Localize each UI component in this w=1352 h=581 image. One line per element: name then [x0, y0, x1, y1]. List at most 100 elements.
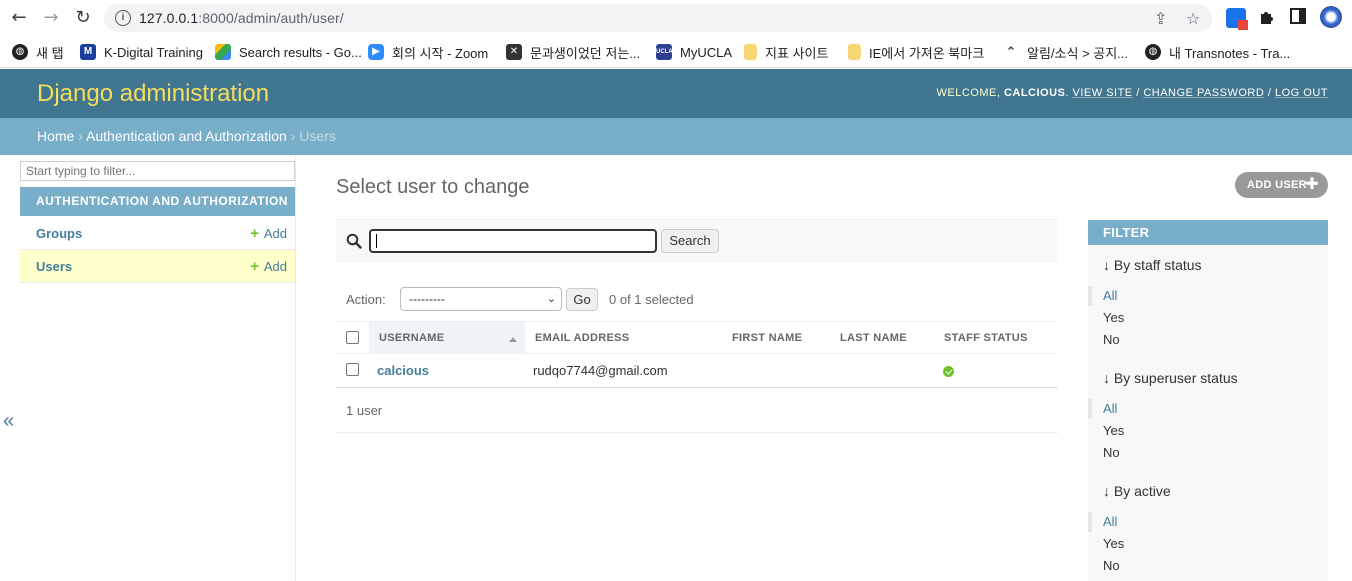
blog-icon: ✕	[506, 44, 522, 60]
bookmark-label: 지표 사이트	[765, 45, 829, 61]
sidebar-item-groups-link[interactable]: Groups	[36, 217, 82, 250]
share-icon[interactable]: ⇪	[1154, 9, 1167, 28]
view-site-link[interactable]: View site	[1073, 87, 1133, 99]
bookmark-k-digital[interactable]: M K-Digital Training	[80, 42, 203, 62]
bookmark-label: K-Digital Training	[104, 44, 203, 60]
back-arrow-icon[interactable]: ←	[8, 7, 30, 29]
forward-arrow-icon[interactable]: →	[40, 7, 62, 29]
column-header-username[interactable]: USERNAME	[369, 322, 525, 354]
url-text: 127.0.0.1:8000/admin/auth/user/	[139, 10, 344, 26]
bookmark-blog[interactable]: ✕ 문과생이었던 저는...	[506, 42, 640, 62]
filter-group-title: ↓ By active	[1103, 483, 1171, 499]
filter-option-active-no[interactable]: No	[1103, 558, 1120, 573]
sidebar-item-users-link[interactable]: Users	[36, 250, 72, 283]
change-password-link[interactable]: Change password	[1143, 87, 1264, 99]
bookmark-transnotes[interactable]: ◍ 내 Transnotes - Tra...	[1145, 42, 1290, 62]
filter-panel: FILTER ↓ By staff status All Yes No ↓ By…	[1088, 220, 1328, 581]
reload-icon[interactable]: ↻	[72, 7, 94, 29]
breadcrumb-app[interactable]: Authentication and Authorization	[86, 128, 287, 144]
select-all-checkbox[interactable]	[346, 331, 359, 344]
site-info-icon[interactable]: i	[115, 10, 131, 26]
add-users-link[interactable]: + Add	[250, 250, 287, 283]
add-plus-icon: ✚	[1305, 176, 1319, 193]
profile-avatar[interactable]	[1320, 6, 1342, 28]
filter-option-active-yes[interactable]: Yes	[1103, 536, 1124, 551]
filter-group-title: ↓ By superuser status	[1103, 370, 1238, 386]
filter-option-staff-no[interactable]: No	[1103, 332, 1120, 347]
bookmark-label: MyUCLA	[680, 44, 733, 60]
sidebar-item-groups: Groups + Add	[20, 217, 295, 250]
text-caret	[376, 234, 377, 248]
filter-option-superuser-no[interactable]: No	[1103, 445, 1120, 460]
add-user-button[interactable]: ADD USER ✚	[1235, 172, 1328, 198]
bookmark-label: Search results - Go...	[239, 44, 362, 60]
filter-option-superuser-yes[interactable]: Yes	[1103, 423, 1124, 438]
filter-option-staff-yes[interactable]: Yes	[1103, 310, 1124, 325]
filter-option-active-all[interactable]: All	[1103, 514, 1117, 529]
notice-icon: ⌃	[1003, 44, 1019, 60]
username-link[interactable]: calcious	[377, 363, 429, 378]
email-cell: rudqo7744@gmail.com	[533, 363, 668, 378]
column-header-first-name[interactable]: FIRST NAME	[732, 322, 802, 354]
current-username: calcious	[1003, 87, 1066, 99]
breadcrumb: Home › Authentication and Authorization …	[0, 118, 1352, 155]
bookmark-label: 새 탭	[36, 45, 64, 61]
add-groups-link[interactable]: + Add	[250, 217, 287, 250]
bookmark-folder-ie[interactable]: IE에서 가져온 북마크	[848, 42, 984, 62]
bookmark-folder-metrics[interactable]: 지표 사이트	[744, 42, 828, 62]
bookmark-new-tab[interactable]: ◍ 새 탭	[12, 42, 64, 62]
folder-icon	[744, 44, 757, 60]
bookmark-star-icon[interactable]: ☆	[1186, 9, 1200, 28]
table-row: calcious rudqo7744@gmail.com	[336, 354, 1058, 388]
site-branding[interactable]: Django administration	[37, 80, 269, 108]
filter-option-superuser-all[interactable]: All	[1103, 401, 1117, 416]
nav-filter-input[interactable]	[20, 161, 295, 181]
bookmark-label: 문과생이었던 저는...	[530, 45, 641, 61]
address-bar[interactable]: i 127.0.0.1:8000/admin/auth/user/ ⇪ ☆	[104, 4, 1212, 32]
column-header-email[interactable]: EMAIL ADDRESS	[535, 322, 629, 354]
filter-option-staff-all[interactable]: All	[1103, 288, 1117, 303]
app-caption-auth[interactable]: AUTHENTICATION AND AUTHORIZATION	[20, 187, 295, 216]
globe-icon: ◍	[12, 44, 28, 60]
filter-selected-marker	[1088, 286, 1092, 306]
breadcrumb-home[interactable]: Home	[37, 128, 74, 144]
table-header: USERNAME EMAIL ADDRESS FIRST NAME LAST N…	[336, 321, 1058, 354]
bookmark-google-drive[interactable]: Search results - Go...	[215, 42, 362, 62]
admin-header: Django administration Welcome, calcious.…	[0, 69, 1352, 118]
search-input[interactable]	[369, 229, 657, 253]
action-label: Action:	[346, 292, 386, 307]
google-drive-icon	[215, 44, 231, 60]
bookmark-notices[interactable]: ⌃ 알림/소식 > 공지...	[1003, 42, 1128, 62]
add-plus-icon: +	[250, 225, 259, 242]
sidebar-item-users: Users + Add	[20, 250, 295, 283]
actions-bar: Action: --------- ⌄ Go 0 of 1 selected	[336, 284, 1058, 314]
chevron-down-icon: ⌄	[546, 292, 556, 305]
column-header-last-name[interactable]: LAST NAME	[840, 322, 907, 354]
bookmarks-bar: ◍ 새 탭 M K-Digital Training Search results …	[0, 36, 1352, 68]
welcome-text: Welcome,	[936, 87, 1001, 99]
bookmark-myucla[interactable]: UCLA MyUCLA	[656, 42, 732, 62]
extensions-puzzle-icon[interactable]	[1258, 8, 1278, 28]
sidebar-collapse-icon[interactable]: «	[3, 410, 14, 433]
filter-selected-marker	[1088, 512, 1092, 532]
action-select[interactable]: --------- ⌄	[400, 287, 562, 311]
bookmark-zoom[interactable]: ▶ 회의 시작 - Zoom	[368, 42, 488, 62]
search-icon	[346, 233, 362, 249]
search-button[interactable]: Search	[661, 229, 719, 253]
log-out-link[interactable]: Log out	[1275, 87, 1328, 99]
translate-extension-icon[interactable]	[1226, 8, 1248, 30]
column-header-staff-status[interactable]: STAFF STATUS	[944, 322, 1028, 354]
bookmark-label: IE에서 가져온 북마크	[869, 45, 985, 61]
row-checkbox[interactable]	[346, 363, 359, 376]
breadcrumb-current: Users	[299, 128, 336, 144]
bookmark-label: 알림/소식 > 공지...	[1027, 45, 1129, 61]
sort-ascending-icon[interactable]	[509, 337, 517, 342]
go-button[interactable]: Go	[566, 288, 598, 311]
filter-selected-marker	[1088, 399, 1092, 419]
url-host: 127.0.0.1	[139, 10, 199, 26]
filter-heading: FILTER	[1088, 220, 1328, 245]
side-panel-icon[interactable]	[1290, 8, 1310, 28]
search-toolbar: Search	[336, 219, 1058, 262]
browser-toolbar: ← → ↻ i 127.0.0.1:8000/admin/auth/user/ …	[0, 0, 1352, 36]
paginator: 1 user	[336, 389, 1058, 433]
